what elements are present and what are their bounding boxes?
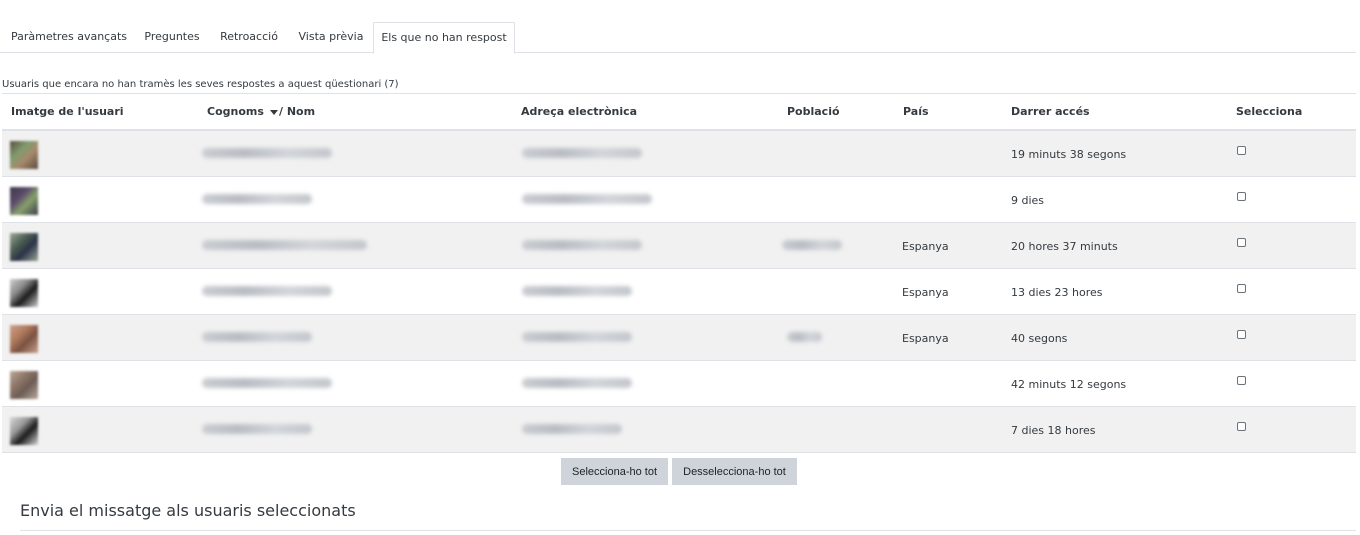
last-access-cell: 42 minuts 12 segons bbox=[1011, 378, 1127, 391]
table-row: 7 dies 18 hores bbox=[2, 407, 1356, 453]
user-avatar[interactable] bbox=[10, 279, 38, 307]
last-access-cell: 19 minuts 38 segons bbox=[1011, 148, 1127, 161]
last-access-cell: 7 dies 18 hores bbox=[1011, 424, 1096, 437]
redacted-name[interactable] bbox=[202, 378, 332, 388]
header-name[interactable]: / Nom bbox=[279, 105, 315, 118]
header-country[interactable]: País bbox=[903, 105, 929, 118]
select-user-checkbox[interactable] bbox=[1237, 146, 1246, 155]
redacted-name[interactable] bbox=[202, 286, 332, 296]
header-select: Selecciona bbox=[1236, 105, 1303, 118]
user-avatar[interactable] bbox=[10, 141, 38, 169]
tab-advanced-settings[interactable]: Paràmetres avançats bbox=[8, 22, 130, 52]
select-all-button[interactable]: Selecciona-ho tot bbox=[561, 458, 668, 485]
table-row: 19 minuts 38 segons bbox=[2, 131, 1356, 177]
non-respondents-table: Imatge de l'usuari Cognoms / Nom Adreça … bbox=[2, 93, 1356, 453]
deselect-all-button[interactable]: Desselecciona-ho tot bbox=[672, 458, 797, 485]
user-avatar[interactable] bbox=[10, 233, 38, 261]
header-last-access[interactable]: Darrer accés bbox=[1011, 105, 1090, 118]
redacted-name[interactable] bbox=[202, 240, 367, 250]
redacted-name[interactable] bbox=[202, 194, 312, 204]
redacted-email bbox=[522, 148, 642, 158]
redacted-email bbox=[522, 424, 622, 434]
tab-non-respondents[interactable]: Els que no han respost bbox=[373, 22, 515, 54]
tab-feedback[interactable]: Retroacció bbox=[214, 22, 284, 52]
redacted-name[interactable] bbox=[202, 424, 312, 434]
table-row: Espanya 20 hores 37 minuts bbox=[2, 223, 1356, 269]
table-header-row: Imatge de l'usuari Cognoms / Nom Adreça … bbox=[2, 93, 1356, 131]
redacted-city bbox=[782, 240, 842, 250]
country-cell: Espanya bbox=[902, 332, 949, 345]
redacted-city bbox=[787, 332, 822, 342]
table-row: Espanya 40 segons bbox=[2, 315, 1356, 361]
sort-surname-link[interactable]: Cognoms bbox=[207, 105, 264, 118]
table-row: Espanya 13 dies 23 hores bbox=[2, 269, 1356, 315]
select-user-checkbox[interactable] bbox=[1237, 422, 1246, 431]
header-city[interactable]: Població bbox=[787, 105, 840, 118]
last-access-cell: 20 hores 37 minuts bbox=[1011, 240, 1118, 253]
header-surname[interactable]: Cognoms bbox=[207, 105, 278, 118]
last-access-cell: 13 dies 23 hores bbox=[1011, 286, 1103, 299]
last-access-cell: 9 dies bbox=[1011, 194, 1045, 207]
redacted-email bbox=[522, 240, 642, 250]
header-user-image: Imatge de l'usuari bbox=[11, 105, 124, 118]
redacted-name[interactable] bbox=[202, 148, 332, 158]
section-divider bbox=[20, 530, 1356, 531]
table-caption: Usuaris que encara no han tramès les sev… bbox=[2, 79, 399, 90]
select-user-checkbox[interactable] bbox=[1237, 192, 1246, 201]
select-user-checkbox[interactable] bbox=[1237, 376, 1246, 385]
table-body: 19 minuts 38 segons 9 dies Espanya 20 hores… bbox=[2, 131, 1356, 453]
user-avatar[interactable] bbox=[10, 371, 38, 399]
tab-bar: Paràmetres avançats Preguntes Retroacció… bbox=[0, 22, 1356, 54]
select-user-checkbox[interactable] bbox=[1237, 284, 1246, 293]
tab-preview[interactable]: Vista prèvia bbox=[292, 22, 370, 52]
redacted-email bbox=[522, 194, 652, 204]
tab-questions[interactable]: Preguntes bbox=[138, 22, 206, 52]
header-email[interactable]: Adreça electrònica bbox=[521, 105, 637, 118]
user-avatar[interactable] bbox=[10, 417, 38, 445]
sort-caret-down-icon bbox=[269, 109, 278, 115]
country-cell: Espanya bbox=[902, 286, 949, 299]
table-row: 42 minuts 12 segons bbox=[2, 361, 1356, 407]
redacted-email bbox=[522, 286, 632, 296]
send-message-heading: Envia el missatge als usuaris selecciona… bbox=[20, 501, 356, 520]
user-avatar[interactable] bbox=[10, 187, 38, 215]
user-avatar[interactable] bbox=[10, 325, 38, 353]
last-access-cell: 40 segons bbox=[1011, 332, 1068, 345]
redacted-name[interactable] bbox=[202, 332, 312, 342]
table-row: 9 dies bbox=[2, 177, 1356, 223]
select-user-checkbox[interactable] bbox=[1237, 330, 1246, 339]
country-cell: Espanya bbox=[902, 240, 949, 253]
select-user-checkbox[interactable] bbox=[1237, 238, 1246, 247]
redacted-email bbox=[522, 378, 632, 388]
redacted-email bbox=[522, 332, 632, 342]
